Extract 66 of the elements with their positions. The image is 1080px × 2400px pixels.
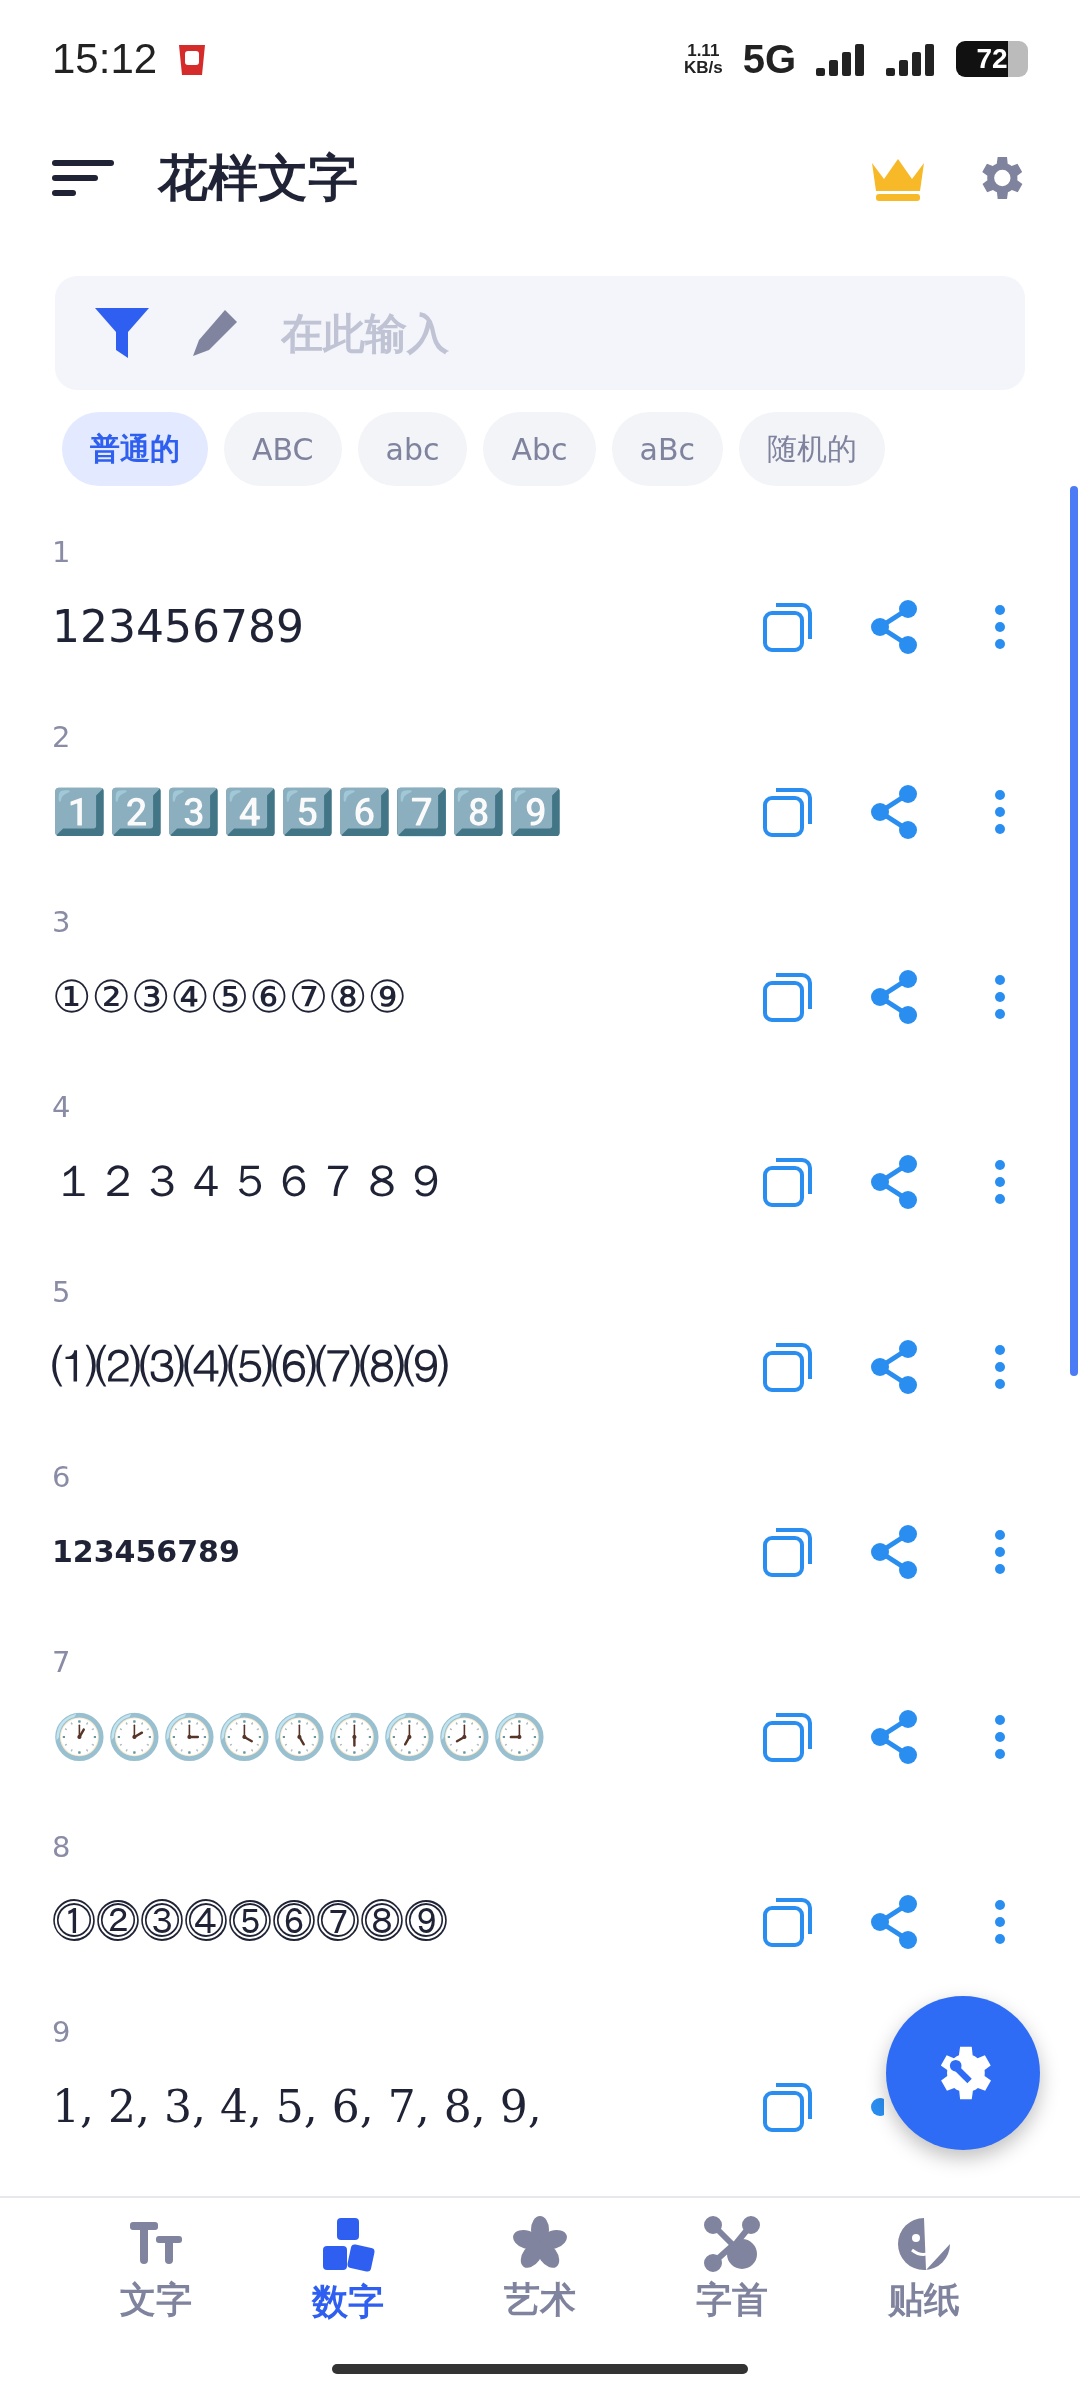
styled-text: 1, 2, 3, 4, 5, 6, 7, 8, 9, [52,2081,543,2132]
styled-text: ①②③④⑤⑥⑦⑧⑨ [52,971,408,1022]
nav-tab[interactable]: 字首 [690,2198,774,2400]
share-icon[interactable] [868,1708,920,1765]
result-number: 3 [52,904,71,939]
nodes-icon [704,2216,760,2272]
result-number: 4 [52,1089,71,1124]
signal-icon [816,42,866,76]
more-icon[interactable] [994,973,1006,1020]
signal-icon [886,42,936,76]
result-number: 2 [52,719,71,754]
copy-icon[interactable] [762,600,814,653]
share-icon[interactable] [868,783,920,840]
tools-fab[interactable] [886,1996,1040,2150]
nav-tab[interactable]: 数字 [306,2198,390,2400]
styled-text: 1⃣2⃣3⃣4⃣5⃣6⃣7⃣8⃣9⃣ [52,785,566,838]
copy-icon[interactable] [762,1710,814,1763]
result-number: 8 [52,1829,71,1864]
nav-tab[interactable]: 贴纸 [882,2198,966,2400]
app-title: 花样文字 [158,147,359,209]
menu-icon[interactable] [52,158,114,198]
styled-text: 𝟭𝟮𝟯𝟰𝟱𝟲𝟳𝟴𝟵 [52,1534,241,1569]
sticker-face-icon [896,2216,952,2272]
more-icon[interactable] [994,1343,1006,1390]
scrollbar[interactable] [1070,486,1078,1376]
nav-tab[interactable]: 文字 [114,2198,198,2400]
more-icon[interactable] [994,788,1006,835]
copy-icon[interactable] [762,970,814,1023]
filter-chip[interactable]: 随机的 [739,412,885,486]
copy-icon[interactable] [762,2080,814,2133]
copy-icon[interactable] [762,1895,814,1948]
more-icon[interactable] [994,1898,1006,1945]
copy-icon[interactable] [762,1525,814,1578]
styled-text: ⓵⓶⓷⓸⓹⓺⓻⓼⓽ [52,1896,449,1947]
filter-chip[interactable]: 普通的 [62,412,208,486]
more-icon[interactable] [994,603,1006,650]
result-number: 1 [52,534,71,569]
result-number: 9 [52,2014,71,2049]
copy-icon[interactable] [762,1155,814,1208]
network-type: 5G [742,36,796,82]
copy-icon[interactable] [762,785,814,838]
filter-chip[interactable]: aBc [611,412,723,486]
filter-icon[interactable] [95,308,149,358]
styled-text: 🕐🕑🕒🕓🕔🕕🕖🕗🕘 [52,1710,548,1763]
network-speed: 1.11 KB/s [683,42,723,76]
filter-chip[interactable]: abc [357,412,468,486]
result-number: 5 [52,1274,71,1309]
styled-text: ⑴⑵⑶⑷⑸⑹⑺⑻⑼ [52,1339,449,1393]
result-number: 7 [52,1644,71,1679]
share-icon[interactable] [868,968,920,1025]
styled-text: 123456789 [52,601,305,652]
more-icon[interactable] [994,1158,1006,1205]
status-time: 15:12 [52,35,158,83]
share-icon[interactable] [868,1338,920,1395]
share-icon[interactable] [868,1893,920,1950]
filter-chip[interactable]: ABC [224,412,342,486]
styled-text: １２３４５６７８９ [52,1154,449,1208]
result-number: 6 [52,1459,71,1494]
more-icon[interactable] [994,1528,1006,1575]
share-icon[interactable] [868,598,920,655]
battery-level: 72 [956,41,1028,77]
more-icon[interactable] [994,1713,1006,1760]
share-icon[interactable] [868,1523,920,1580]
copy-icon[interactable] [762,1340,814,1393]
share-icon[interactable] [868,1153,920,1210]
filter-chip[interactable]: Abc [483,412,596,486]
